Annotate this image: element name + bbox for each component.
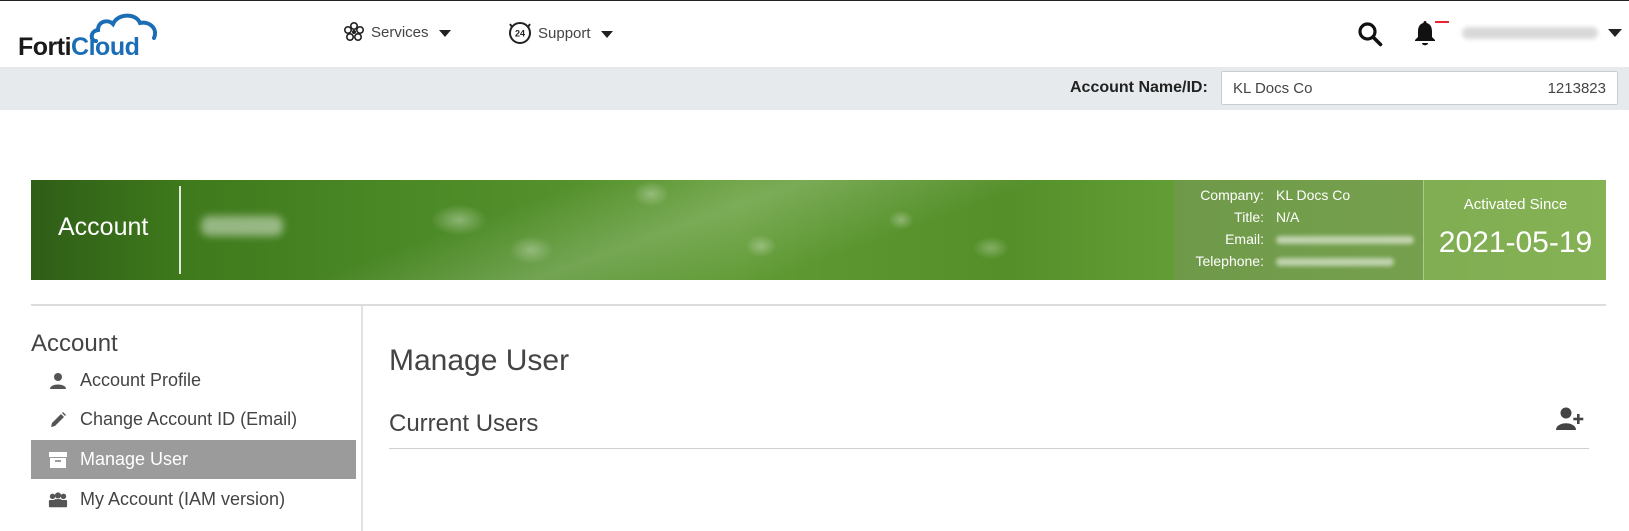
add-user-icon [1556,407,1584,430]
support-label: Support [538,24,591,42]
email-row: Email: [1174,228,1423,250]
forticloud-logo[interactable]: FortiCloud [18,11,157,61]
account-id-value: 1213823 [1547,79,1606,97]
sidebar-item-account-profile[interactable]: Account Profile [31,361,356,400]
activated-since-date: 2021-05-19 [1438,226,1593,259]
account-name-id-label: Account Name/ID: [1070,79,1208,96]
archive-icon [48,450,68,470]
account-sidebar: Account Account Profile Change Account I… [31,306,363,531]
sidebar-item-manage-user[interactable]: Manage User [31,440,356,479]
telephone-value-redacted [1276,258,1394,266]
company-value: KL Docs Co [1276,187,1351,203]
sidebar-item-my-account-iam[interactable]: My Account (IAM version) [31,480,356,519]
notifications-button[interactable] [1413,19,1437,47]
title-label: Title: [1234,209,1264,225]
telephone-row: Telephone: [1174,250,1423,272]
add-user-button[interactable] [1555,406,1585,432]
services-label: Services [371,23,429,41]
chevron-down-icon [438,29,451,37]
company-label: Company: [1200,187,1264,203]
sidebar-item-label: Change Account ID (Email) [80,409,298,429]
account-selector[interactable]: KL Docs Co 1213823 [1221,71,1618,105]
user-icon [48,371,68,391]
section-underline [389,448,1589,449]
activated-since-panel: Activated Since 2021-05-19 [1423,180,1606,280]
chevron-down-icon [1608,29,1622,37]
page-title: Manage User [389,344,570,377]
banner-divider [179,186,181,274]
sidebar-item-label: Account Profile [80,370,202,390]
sidebar-item-label: Manage User [80,449,189,469]
top-navbar: FortiCloud Services 24 Support [0,1,1629,67]
banner-title: Account [58,213,149,241]
services-icon [343,21,365,42]
sidebar-item-label: My Account (IAM version) [80,489,286,509]
account-bar: Account Name/ID: KL Docs Co 1213823 [0,67,1629,110]
current-users-heading: Current Users [389,410,539,437]
email-value-redacted [1276,236,1414,244]
account-info-panel: Company: KL Docs Co Title: N/A Email: Te… [1174,180,1423,280]
sidebar-item-change-account-id[interactable]: Change Account ID (Email) [31,400,356,439]
user-name-redacted [201,216,283,236]
title-value: N/A [1276,209,1300,225]
logo-wordmark: FortiCloud [18,33,140,61]
user-account-menu[interactable] [1462,27,1622,39]
notification-indicator [1435,21,1449,23]
support-badge: 24 [515,29,525,39]
email-label: Email: [1225,231,1264,247]
pencil-icon [48,410,68,430]
bell-icon [1415,21,1435,46]
users-icon [48,490,68,510]
support-menu[interactable]: 24 Support [508,21,613,45]
search-icon [1358,22,1383,47]
search-button[interactable] [1357,21,1383,47]
company-row: Company: KL Docs Co [1174,184,1423,206]
account-banner: Account Company: KL Docs Co Title: N/A E… [31,180,1606,280]
sidebar-title: Account [31,330,118,357]
services-menu[interactable]: Services [343,21,451,43]
telephone-label: Telephone: [1195,253,1264,269]
support-24-icon: 24 [509,22,531,44]
chevron-down-icon [600,30,613,38]
user-email-redacted [1462,27,1598,39]
activated-since-label: Activated Since [1463,196,1568,213]
account-name-value: KL Docs Co [1233,79,1313,97]
title-row: Title: N/A [1174,206,1423,228]
